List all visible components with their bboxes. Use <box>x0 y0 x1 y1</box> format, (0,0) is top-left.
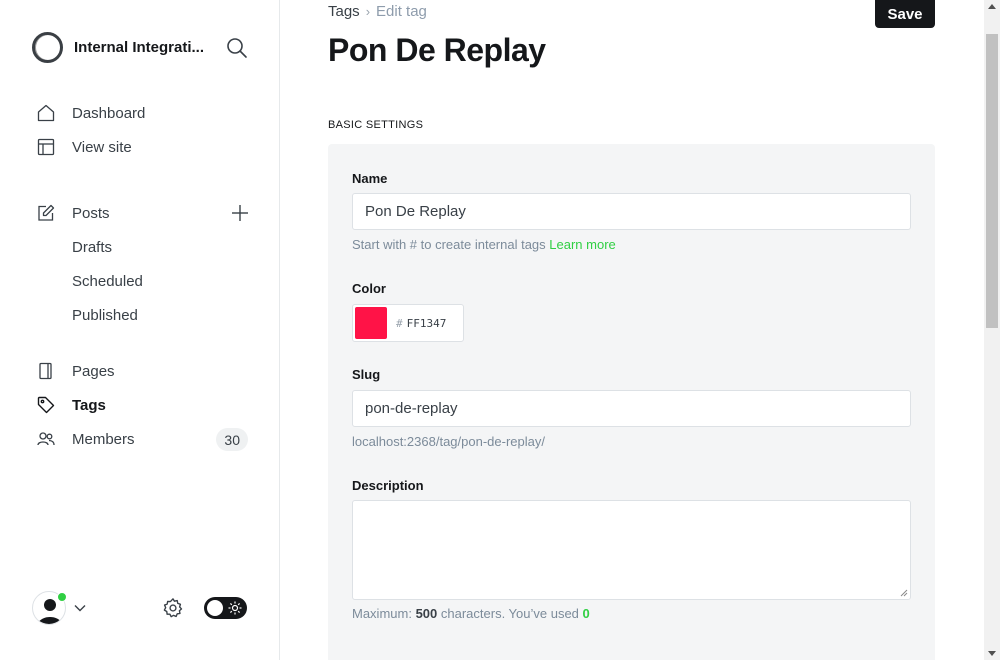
breadcrumb: Tags › Edit tag <box>328 3 427 20</box>
section-label: BASIC SETTINGS <box>328 119 424 131</box>
members-icon <box>36 429 56 449</box>
sidebar-item-label: Posts <box>72 204 110 222</box>
page-icon <box>36 361 56 381</box>
slug-label: Slug <box>352 367 381 382</box>
slug-input[interactable]: pon-de-replay <box>352 390 911 427</box>
members-count-badge: 30 <box>216 428 248 451</box>
description-hint: Maximum: 500 characters. You’ve used 0 <box>352 606 590 621</box>
sidebar-item-dashboard[interactable]: Dashboard <box>36 96 256 130</box>
site-name: Internal Integrati... <box>74 39 205 56</box>
sidebar-item-label: Scheduled <box>72 272 143 290</box>
edit-icon <box>36 203 56 223</box>
site-brand[interactable]: Internal Integrati... <box>32 32 214 63</box>
sidebar-item-scheduled[interactable]: Scheduled <box>36 264 256 298</box>
sidebar-item-posts[interactable]: Posts <box>36 196 256 230</box>
color-label: Color <box>352 281 386 296</box>
breadcrumb-tags-link[interactable]: Tags <box>328 3 360 20</box>
breadcrumb-current: Edit tag <box>376 3 427 20</box>
sidebar-item-label: Members <box>72 430 135 448</box>
name-input[interactable]: Pon De Replay <box>352 193 911 230</box>
chevron-right-icon: › <box>365 4 371 19</box>
sidebar-item-drafts[interactable]: Drafts <box>36 230 256 264</box>
sidebar-item-label: Tags <box>72 396 106 414</box>
slug-input-value: pon-de-replay <box>365 400 458 417</box>
nav-secondary: Pages Tags Members 30 <box>36 354 256 456</box>
add-post-icon[interactable] <box>230 203 250 223</box>
hint-middle: characters. You’ve used <box>437 606 583 621</box>
scrollbar[interactable] <box>984 0 1000 660</box>
nav-posts: Posts Drafts Scheduled Published <box>36 196 256 332</box>
toggle-knob <box>207 600 223 616</box>
sidebar-item-label: Dashboard <box>72 104 146 122</box>
scrollbar-thumb[interactable] <box>986 34 998 328</box>
scroll-up-arrow-icon[interactable] <box>988 4 996 9</box>
sidebar-item-pages[interactable]: Pages <box>36 354 256 388</box>
sidebar-footer <box>32 591 248 625</box>
dark-mode-toggle[interactable] <box>204 597 247 619</box>
gear-icon[interactable] <box>162 597 184 619</box>
home-icon <box>36 103 56 123</box>
nav-primary: Dashboard View site <box>36 96 256 164</box>
scroll-down-arrow-icon[interactable] <box>988 651 996 656</box>
hint-used-count: 0 <box>582 606 590 621</box>
save-button[interactable]: Save <box>875 0 935 28</box>
chevron-down-icon[interactable] <box>73 601 87 615</box>
sidebar-item-view-site[interactable]: View site <box>36 130 256 164</box>
sidebar-item-members[interactable]: Members 30 <box>36 422 256 456</box>
name-hint-text: Start with # to create internal tags <box>352 237 550 252</box>
description-textarea[interactable] <box>352 500 911 600</box>
resize-grip-icon[interactable] <box>900 589 908 597</box>
sidebar-item-tags[interactable]: Tags <box>36 388 256 422</box>
sun-icon <box>228 601 242 615</box>
color-picker[interactable]: # FF1347 <box>352 304 464 342</box>
search-icon[interactable] <box>226 37 248 59</box>
online-status-dot <box>57 592 67 602</box>
slug-url-hint: localhost:2368/tag/pon-de-replay/ <box>352 434 545 449</box>
name-input-value: Pon De Replay <box>365 203 466 220</box>
hint-prefix: Maximum: <box>352 606 416 621</box>
sidebar-item-label: Published <box>72 306 138 324</box>
basic-settings-panel: Name Pon De Replay Start with # to creat… <box>328 144 935 660</box>
sidebar-item-label: Pages <box>72 362 115 380</box>
learn-more-link[interactable]: Learn more <box>549 237 615 252</box>
page-title: Pon De Replay <box>328 32 546 68</box>
sidebar-item-label: Drafts <box>72 238 113 256</box>
color-hash: # <box>396 316 403 330</box>
layout-icon <box>36 137 56 157</box>
site-logo <box>32 32 63 63</box>
color-hex-input[interactable]: FF1347 <box>407 317 447 330</box>
sidebar: Internal Integrati... Dashboard View sit… <box>0 0 280 660</box>
tag-icon <box>36 395 56 415</box>
main-content: Tags › Edit tag Save Pon De Replay BASIC… <box>281 0 984 660</box>
name-hint: Start with # to create internal tags Lea… <box>352 237 616 252</box>
hint-max: 500 <box>415 606 438 621</box>
sidebar-item-published[interactable]: Published <box>36 298 256 332</box>
color-swatch[interactable] <box>355 307 387 339</box>
sidebar-item-label: View site <box>72 138 132 156</box>
name-label: Name <box>352 171 388 186</box>
description-label: Description <box>352 478 424 493</box>
